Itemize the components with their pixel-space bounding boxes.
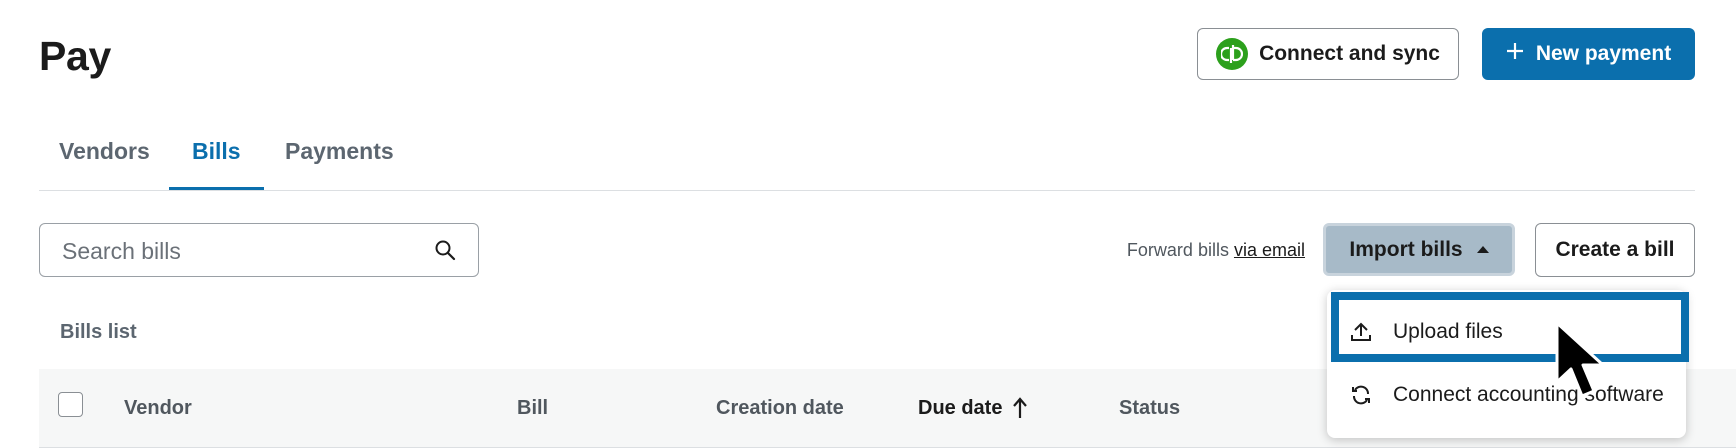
sort-ascending-arrow-icon <box>1013 397 1028 418</box>
tab-vendors[interactable]: Vendors <box>59 136 150 166</box>
plus-icon <box>1506 42 1524 66</box>
bills-list-heading: Bills list <box>60 321 137 343</box>
forward-bills-text: Forward bills via email <box>1127 239 1305 261</box>
tab-payments[interactable]: Payments <box>285 136 394 166</box>
column-header-status[interactable]: Status <box>1119 396 1180 420</box>
connect-and-sync-button[interactable]: Connect and sync <box>1197 28 1459 80</box>
create-a-bill-button[interactable]: Create a bill <box>1535 223 1695 277</box>
menu-item-upload-files[interactable]: Upload files <box>1327 304 1686 360</box>
select-all-checkbox[interactable] <box>58 392 83 417</box>
search-box[interactable] <box>39 223 479 278</box>
import-bills-label: Import bills <box>1349 237 1463 261</box>
upload-icon <box>1351 322 1371 341</box>
menu-item-label: Upload files <box>1393 320 1503 343</box>
new-payment-label: New payment <box>1535 42 1672 65</box>
import-bills-menu: Upload files Connect accounting software <box>1327 290 1686 438</box>
tab-bills[interactable]: Bills <box>192 136 241 166</box>
search-input[interactable] <box>60 224 424 278</box>
tabs-divider <box>39 190 1695 191</box>
column-header-due-date-label: Due date <box>918 397 1003 419</box>
column-header-creation-date[interactable]: Creation date <box>716 396 844 420</box>
forward-bills-label: Forward bills <box>1126 240 1229 260</box>
new-payment-button[interactable]: New payment <box>1482 28 1695 80</box>
column-header-vendor[interactable]: Vendor <box>124 396 192 420</box>
sync-icon <box>1352 385 1370 405</box>
column-header-bill[interactable]: Bill <box>517 396 548 420</box>
via-email-link[interactable]: via email <box>1234 240 1305 260</box>
menu-item-connect-accounting-software[interactable]: Connect accounting software <box>1327 367 1686 423</box>
menu-item-label: Connect accounting software <box>1393 383 1664 406</box>
caret-up-icon <box>1476 246 1489 253</box>
page-title: Pay <box>39 33 112 79</box>
search-icon[interactable] <box>434 239 456 261</box>
quickbooks-logo-icon <box>1216 38 1249 70</box>
connect-and-sync-label: Connect and sync <box>1259 42 1440 65</box>
column-header-due-date[interactable]: Due date <box>918 396 1028 420</box>
import-bills-button[interactable]: Import bills <box>1323 223 1515 276</box>
